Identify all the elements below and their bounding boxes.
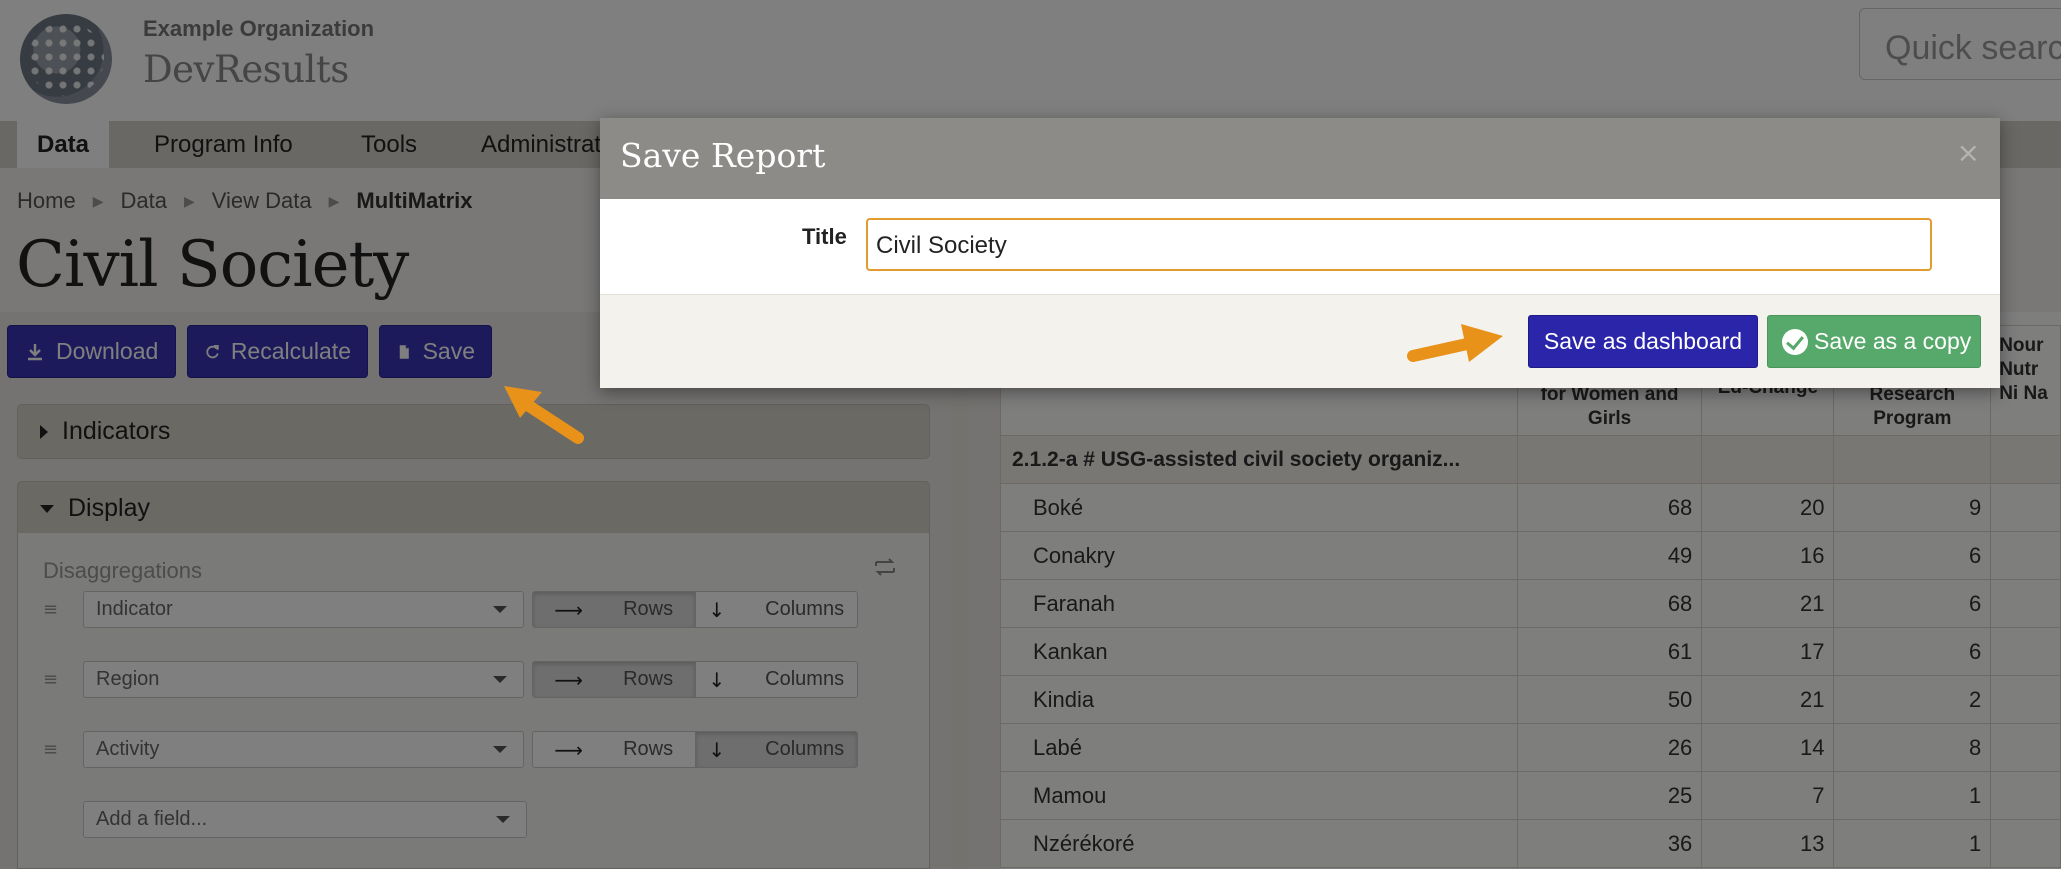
dialog-header: Save Report × <box>600 118 2000 199</box>
annotation-arrow-icon <box>1407 324 1503 362</box>
save-as-copy-button[interactable]: Save as a copy <box>1767 315 1981 368</box>
annotation-arrow-icon <box>504 386 584 444</box>
check-circle-icon <box>1782 328 1808 355</box>
title-field-label: Title <box>802 224 847 249</box>
save-as-dashboard-button[interactable]: Save as dashboard <box>1528 315 1758 368</box>
save-as-dashboard-label: Save as dashboard <box>1543 328 1743 354</box>
close-icon[interactable]: × <box>1957 136 1980 169</box>
dialog-title: Save Report <box>620 136 826 175</box>
save-as-copy-label: Save as a copy <box>1814 328 1972 354</box>
title-input[interactable]: Civil Society <box>866 218 1932 271</box>
